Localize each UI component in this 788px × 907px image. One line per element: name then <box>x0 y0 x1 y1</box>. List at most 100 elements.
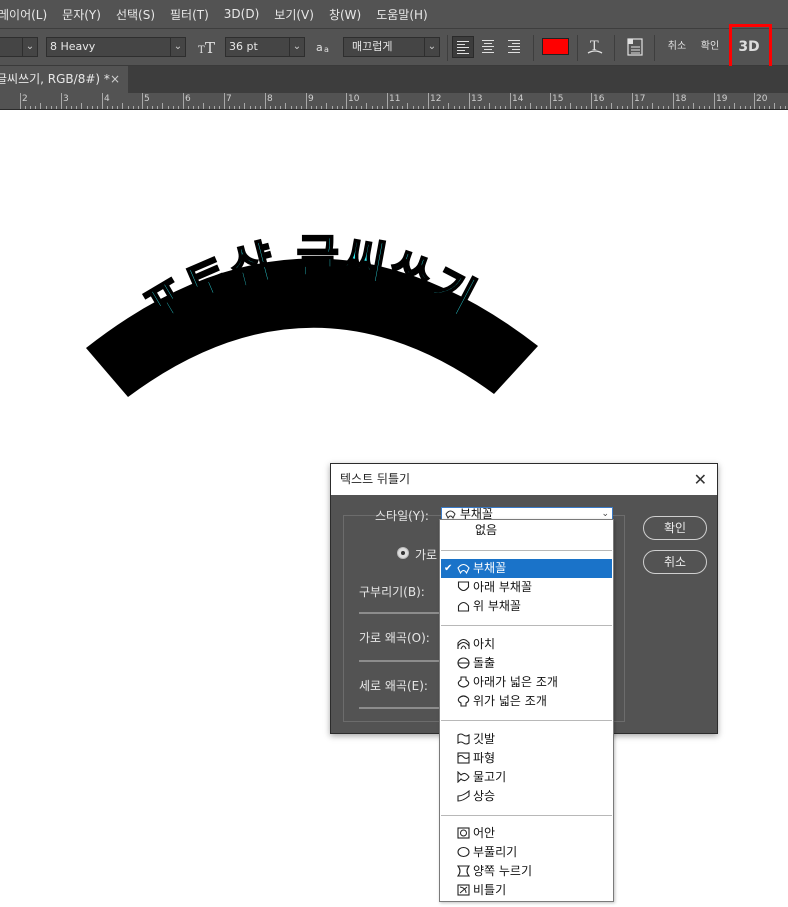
shell-lower-icon <box>457 675 470 688</box>
ruler-minor-tick <box>337 106 338 109</box>
warp-text-icon[interactable]: T <box>584 35 606 59</box>
ruler-major-tick <box>632 93 633 109</box>
antialias-select[interactable]: 매끄럽게 ⌄ <box>343 37 440 57</box>
style-option-arc-upper[interactable]: 위 부채꼴 <box>441 597 612 616</box>
ruler-minor-tick <box>214 106 215 109</box>
ruler-minor-tick <box>138 106 139 109</box>
ruler-minor-tick <box>66 106 67 109</box>
ruler-minor-tick <box>407 103 408 109</box>
options-bar: ⌄ 8 Heavy ⌄ TT 36 pt ⌄ aa 매끄럽게 ⌄ T 취소 확인… <box>0 28 788 66</box>
horizontal-distortion-slider[interactable] <box>359 660 439 662</box>
align-left-button[interactable] <box>452 36 474 58</box>
ruler-minor-tick <box>361 106 362 109</box>
style-option-rise[interactable]: 상승 <box>441 787 612 806</box>
ruler-minor-tick <box>750 106 751 109</box>
menu-help[interactable]: 도움말(H) <box>368 6 435 23</box>
style-option-label: 아래 부채꼴 <box>473 580 533 594</box>
ruler-minor-tick <box>173 106 174 109</box>
ruler-minor-tick <box>239 106 240 109</box>
ok-button[interactable]: 확인 <box>643 516 707 540</box>
menu-view[interactable]: 보기(V) <box>266 6 321 23</box>
style-option-label: 파형 <box>473 751 496 765</box>
ruler-minor-tick <box>734 103 735 109</box>
ruler-minor-tick <box>332 106 333 109</box>
ruler-minor-tick <box>372 106 373 109</box>
font-family-select[interactable]: ⌄ <box>0 37 38 57</box>
ruler-minor-tick <box>515 106 516 109</box>
style-option-fish[interactable]: 물고기 <box>441 768 612 787</box>
menu-bar: 레이어(L) 문자(Y) 선택(S) 필터(T) 3D(D) 보기(V) 창(W… <box>0 0 788 28</box>
menu-3d[interactable]: 3D(D) <box>216 7 266 21</box>
menu-filter[interactable]: 필터(T) <box>162 6 216 23</box>
vertical-distortion-slider[interactable] <box>359 707 439 709</box>
ruler-minor-tick <box>51 106 52 109</box>
style-option-inflate[interactable]: 부풀리기 <box>441 843 612 862</box>
menu-window[interactable]: 창(W) <box>321 6 368 23</box>
character-panel-icon[interactable] <box>624 35 646 59</box>
ruler-minor-tick <box>46 106 47 109</box>
cancel-edit-button[interactable]: 취소 <box>663 35 691 59</box>
ruler-minor-tick <box>724 106 725 109</box>
ruler-label: 5 <box>144 94 150 104</box>
commit-edit-button[interactable]: 확인 <box>696 35 724 59</box>
cancel-button[interactable]: 취소 <box>643 550 707 574</box>
close-icon[interactable]: ✕ <box>694 464 707 495</box>
style-option-none[interactable]: 없음 <box>441 521 612 540</box>
ruler-minor-tick <box>296 106 297 109</box>
ruler-minor-tick <box>71 106 72 109</box>
ruler-minor-tick <box>663 106 664 109</box>
ruler-label: 15 <box>552 94 564 104</box>
align-center-button[interactable] <box>478 36 500 58</box>
chevron-down-icon: ⌄ <box>289 38 304 56</box>
ruler-minor-tick <box>709 106 710 109</box>
style-option-shell-upper[interactable]: 위가 넓은 조개 <box>441 692 612 711</box>
font-size-select[interactable]: 36 pt ⌄ <box>225 37 305 57</box>
font-style-select[interactable]: 8 Heavy ⌄ <box>46 37 186 57</box>
arc-upper-icon <box>457 599 470 612</box>
ruler-minor-tick <box>627 106 628 109</box>
document-tab[interactable]: 글씨쓰기, RGB/8#) * × <box>0 66 128 93</box>
menu-layer[interactable]: 레이어(L) <box>0 6 54 23</box>
style-option-twist[interactable]: 비틀기 <box>441 881 612 900</box>
chevron-down-icon: ⌄ <box>22 38 37 56</box>
ruler-minor-tick <box>147 106 148 109</box>
style-option-shell-lower[interactable]: 아래가 넓은 조개 <box>441 673 612 692</box>
text-color-swatch[interactable] <box>542 38 569 55</box>
style-option-arc-lower[interactable]: 아래 부채꼴 <box>441 578 612 597</box>
ruler-minor-tick <box>525 106 526 109</box>
style-option-squeeze[interactable]: 양쪽 누르기 <box>441 862 612 881</box>
bend-slider[interactable] <box>359 612 439 614</box>
ruler-minor-tick <box>520 106 521 109</box>
ruler-minor-tick <box>505 106 506 109</box>
close-icon[interactable]: × <box>110 66 120 93</box>
menu-type[interactable]: 문자(Y) <box>54 6 108 23</box>
style-option-fisheye[interactable]: 어안 <box>441 824 612 843</box>
ruler-label: 13 <box>471 94 483 104</box>
ruler-minor-tick <box>311 106 312 109</box>
ruler-major-tick <box>428 93 429 109</box>
ruler-minor-tick <box>377 106 378 109</box>
ruler-minor-tick <box>342 106 343 109</box>
ruler-minor-tick <box>25 106 26 109</box>
style-option-wave[interactable]: 파형 <box>441 749 612 768</box>
style-option-flag[interactable]: 깃발 <box>441 730 612 749</box>
horizontal-radio[interactable] <box>397 547 409 559</box>
ruler-minor-tick <box>152 106 153 109</box>
ruler-major-tick <box>61 93 62 109</box>
style-option-arc[interactable]: ✔ 부채꼴 <box>441 559 612 578</box>
ruler-minor-tick <box>729 106 730 109</box>
style-option-label: 깃발 <box>473 732 496 746</box>
menu-select[interactable]: 선택(S) <box>108 6 162 23</box>
checkmark-icon: ✔ <box>444 563 453 574</box>
ruler-minor-tick <box>489 103 490 109</box>
style-option-bulge[interactable]: 돌출 <box>441 654 612 673</box>
ruler-label: 19 <box>716 94 728 104</box>
style-option-label: 어안 <box>473 826 496 840</box>
ruler-minor-tick <box>678 106 679 109</box>
style-option-arch[interactable]: 아치 <box>441 635 612 654</box>
bend-label: 구부리기(B): <box>359 585 425 599</box>
align-right-button[interactable] <box>504 36 526 58</box>
ruler-minor-tick <box>168 106 169 109</box>
ruler-minor-tick <box>112 106 113 109</box>
ruler-minor-tick <box>683 106 684 109</box>
